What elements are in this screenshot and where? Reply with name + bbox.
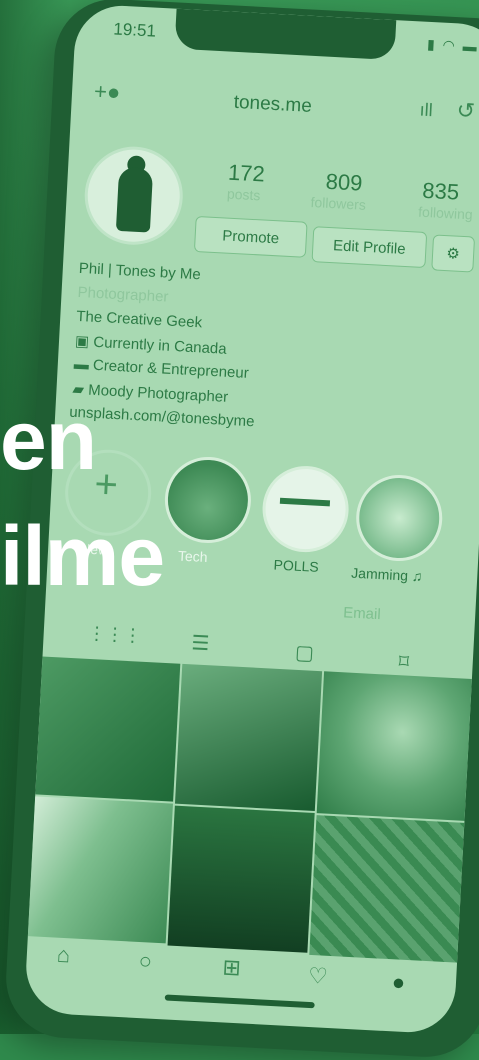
grid-photo-5[interactable] <box>167 805 315 953</box>
bio-line-2: ▣ Currently in Canada <box>75 332 227 358</box>
avatar[interactable] <box>82 144 186 248</box>
plus-icon: + <box>93 462 120 508</box>
new-post-icon[interactable]: ⊞ <box>222 954 242 981</box>
stat-posts-label: posts <box>226 185 261 204</box>
history-icon[interactable]: ↺ <box>456 97 476 124</box>
profile-username: tones.me <box>233 91 313 117</box>
bio-line-3: ▬ Creator & Entrepreneur <box>73 356 249 382</box>
grid-photo-1[interactable] <box>35 656 181 802</box>
activity-heart-icon[interactable]: ♡ <box>307 963 329 990</box>
stat-posts-value: 172 <box>227 159 266 187</box>
polls-bar <box>279 497 331 507</box>
stat-following-label[interactable]: following <box>418 204 473 223</box>
bio-line-1: The Creative Geek <box>75 307 203 332</box>
avatar-figure <box>115 166 154 233</box>
highlight-jamming[interactable] <box>354 472 445 564</box>
profile-link[interactable]: unsplash.com/@tonesbyme <box>69 404 255 431</box>
highlight-label-jamming-text: Jamming <box>350 564 409 584</box>
list-view-icon[interactable]: ☰ <box>191 630 210 656</box>
edit-profile-button[interactable]: Edit Profile <box>311 226 428 269</box>
grid-photo-4[interactable] <box>27 796 173 944</box>
saved-bookmark-icon[interactable]: ⌑ <box>398 649 410 675</box>
highlight-label-jamming: Jamming ♫ <box>351 565 423 585</box>
grid-photo-3[interactable] <box>316 671 472 821</box>
settings-gear-icon[interactable]: ⚙ <box>431 234 476 273</box>
highlight-tech[interactable] <box>162 454 254 546</box>
stat-followers-value[interactable]: 809 <box>325 169 363 197</box>
profile-category: Photographer <box>77 283 169 306</box>
highlight-label-tech: Tech <box>177 547 208 566</box>
status-time: 19:51 <box>112 19 157 41</box>
email-button[interactable]: Email <box>343 604 381 623</box>
music-icon: ♫ <box>411 567 423 585</box>
bio-line-3-text: Creator & Entrepreneur <box>92 356 250 382</box>
headline-line-2: ilme <box>0 509 165 603</box>
bio-line-4-text: Moody Photographer <box>87 381 229 406</box>
stat-followers-label[interactable]: followers <box>310 194 366 213</box>
highlight-polls[interactable] <box>260 463 351 555</box>
search-icon[interactable]: ○ <box>138 948 153 975</box>
signal-wifi-battery-icon: ▮ ◠ ▬ <box>426 35 479 55</box>
grid-photo-2[interactable] <box>174 663 323 812</box>
bio-line-2-text: Currently in Canada <box>92 333 228 358</box>
insights-icon[interactable]: ıll <box>419 100 433 122</box>
home-indicator <box>164 994 315 1009</box>
highlight-label-polls: POLLS <box>273 556 320 575</box>
headline-line-1: en <box>0 393 97 487</box>
grid-photo-6[interactable] <box>309 815 465 963</box>
grid-view-icon[interactable]: ⋮⋮⋮ <box>87 623 142 647</box>
home-icon[interactable]: ⌂ <box>56 942 71 969</box>
profile-icon[interactable]: ● <box>391 969 406 996</box>
canada-flag-icon: ▣ <box>74 332 94 351</box>
tagged-icon[interactable]: ▢ <box>294 640 314 666</box>
laptop-icon: ▬ <box>73 355 94 374</box>
promote-button[interactable]: Promote <box>193 215 308 258</box>
profile-name: Phil | Tones by Me <box>78 259 202 284</box>
stat-following-value[interactable]: 835 <box>422 178 460 206</box>
add-user-icon[interactable]: +● <box>93 78 121 105</box>
